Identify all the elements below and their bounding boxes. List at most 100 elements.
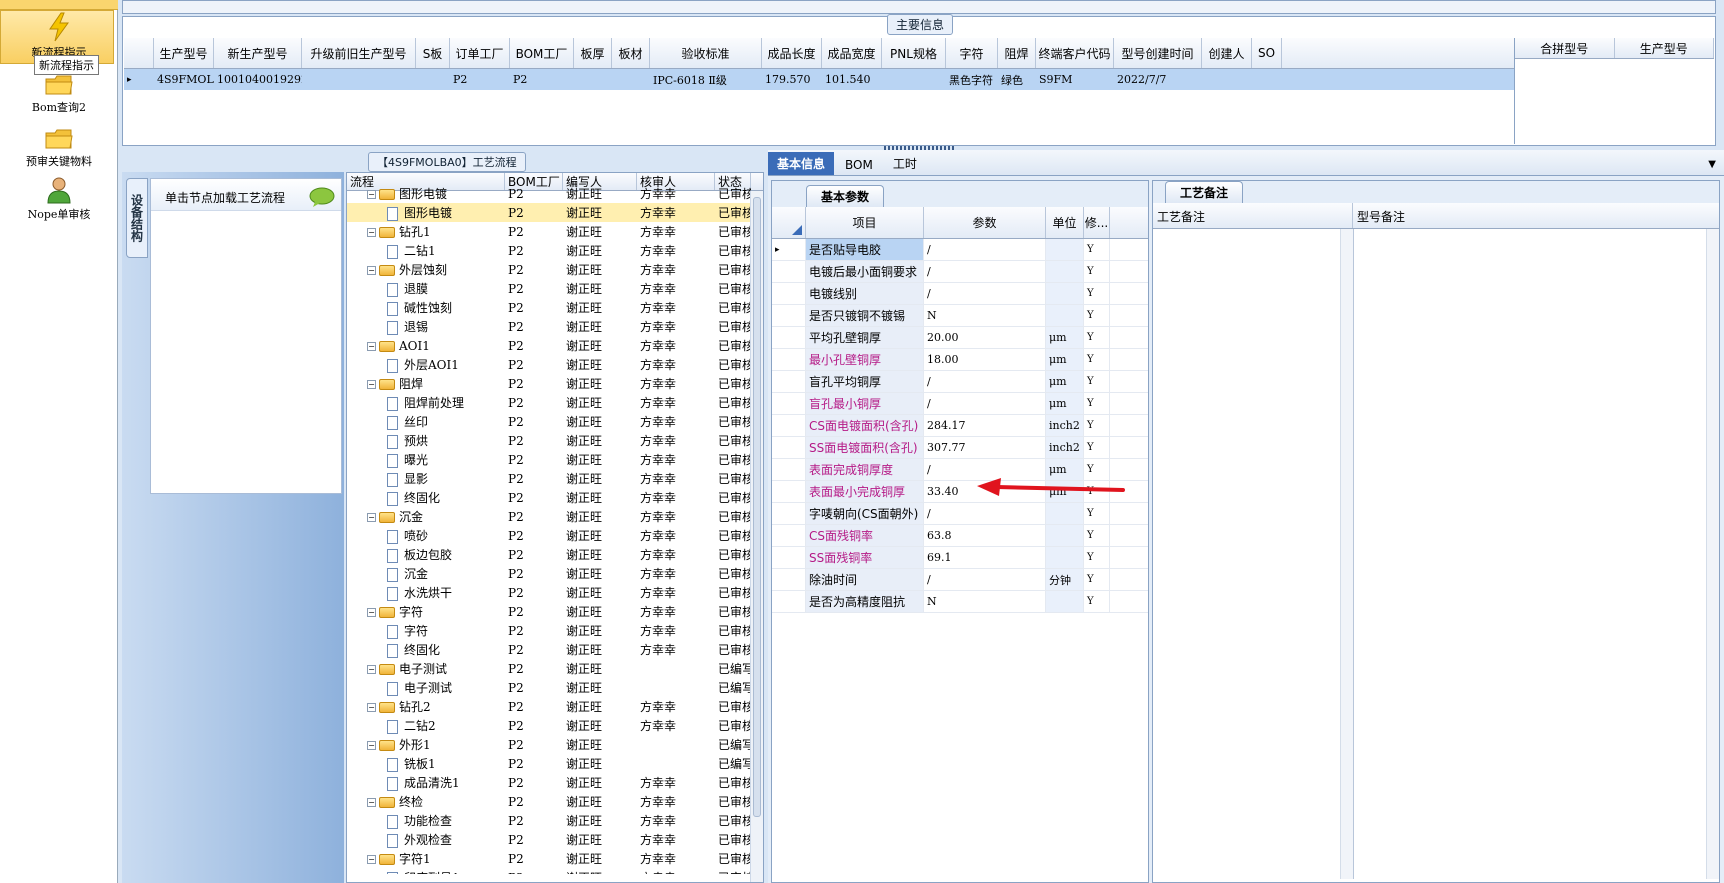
main-info-col-header[interactable]: 成品长度 — [762, 38, 822, 68]
param-row[interactable]: CS面电镀面积(含孔) 284.17 inch2 Y — [772, 415, 1148, 437]
main-info-col-header[interactable]: 字符 — [946, 38, 998, 68]
main-info-cell[interactable]: 2022/7/7 — [1114, 69, 1202, 90]
tree-row[interactable]: 丝印 P2 谢正旺 方幸幸 已审核 — [347, 412, 763, 431]
main-info-col-header[interactable]: 终端客户代码 — [1036, 38, 1114, 68]
collapse-icon[interactable]: − — [367, 855, 376, 864]
tree-row[interactable]: − 钻孔1 P2 谢正旺 方幸幸 已审核 — [347, 222, 763, 241]
tabbar-dropdown-icon[interactable]: ▼ — [1708, 159, 1724, 175]
tree-row[interactable]: − 阻焊 P2 谢正旺 方幸幸 已审核 — [347, 374, 763, 393]
main-info-cell[interactable]: 黑色字符 — [946, 69, 998, 90]
param-value[interactable]: 284.17 — [924, 415, 1046, 436]
param-value[interactable]: 69.1 — [924, 547, 1046, 568]
main-info-cell[interactable] — [416, 69, 450, 90]
tree-row[interactable]: − 钻孔2 P2 谢正旺 方幸幸 已审核 — [347, 697, 763, 716]
tab-basic-info[interactable]: 基本信息 — [768, 152, 835, 175]
main-info-cell[interactable]: 绿色 — [998, 69, 1036, 90]
notes-scrollbar-2[interactable] — [1706, 229, 1719, 879]
tree-row[interactable]: 终固化 P2 谢正旺 方幸幸 已审核 — [347, 488, 763, 507]
param-value[interactable]: / — [924, 503, 1046, 524]
nav-item-bom-query[interactable]: Bom查询2 — [0, 73, 118, 115]
main-info-row[interactable]: ▸ 4S9FMOLBA010010400192924 P2P2 IPC-6018 Ⅱ级… — [124, 69, 1514, 90]
param-row[interactable]: CS面残铜率 63.8 Y — [772, 525, 1148, 547]
params-col-header[interactable]: 修... — [1084, 207, 1110, 238]
main-info-cell[interactable]: 10010400192924 — [214, 69, 302, 90]
param-row[interactable]: 除油时间 / 分钟 Y — [772, 569, 1148, 591]
tree-row[interactable]: 喷砂 P2 谢正旺 方幸幸 已审核 — [347, 526, 763, 545]
param-value[interactable]: / — [924, 283, 1046, 304]
collapse-icon[interactable]: − — [367, 741, 376, 750]
collapse-icon[interactable]: − — [367, 703, 376, 712]
param-row[interactable]: 平均孔壁铜厚 20.00 μm Y — [772, 327, 1148, 349]
tree-row[interactable]: 电子测试 P2 谢正旺 已编写 — [347, 678, 763, 697]
main-info-cell[interactable] — [882, 69, 946, 90]
notes-scrollbar-1[interactable] — [1340, 229, 1353, 879]
main-info-col-header[interactable]: 新生产型号 — [214, 38, 302, 68]
main-info-cell[interactable] — [1202, 69, 1252, 90]
param-value[interactable]: / — [924, 393, 1046, 414]
merge-col-header[interactable]: 合拼型号 — [1515, 38, 1615, 58]
nav-item-key-material[interactable]: 预审关键物料 — [0, 127, 118, 169]
tree-row[interactable]: 外观检查 P2 谢正旺 方幸幸 已审核 — [347, 830, 763, 849]
tree-row[interactable]: − 字符 P2 谢正旺 方幸幸 已审核 — [347, 602, 763, 621]
main-info-col-header[interactable]: PNL规格 — [882, 38, 946, 68]
main-info-cell[interactable]: 179.570 — [762, 69, 822, 90]
tree-row[interactable]: 二钻1 P2 谢正旺 方幸幸 已审核 — [347, 241, 763, 260]
main-info-cell[interactable]: P2 — [450, 69, 510, 90]
tab-process-notes[interactable]: 工艺备注 — [1165, 181, 1244, 203]
param-row[interactable]: 盲孔最小铜厚 / μm Y — [772, 393, 1148, 415]
tree-scrollbar[interactable] — [750, 191, 763, 882]
tree-row[interactable]: 外层AOI1 P2 谢正旺 方幸幸 已审核 — [347, 355, 763, 374]
param-row[interactable]: 电镀后最小面铜要求 / Y — [772, 261, 1148, 283]
param-value[interactable]: N — [924, 591, 1046, 612]
main-info-col-header[interactable]: S板 — [416, 38, 450, 68]
main-info-cell[interactable]: S9FM — [1036, 69, 1114, 90]
param-row[interactable]: 盲孔平均铜厚 / μm Y — [772, 371, 1148, 393]
tree-row[interactable]: 阻焊前处理 P2 谢正旺 方幸幸 已审核 — [347, 393, 763, 412]
notes-col-process[interactable]: 工艺备注 — [1153, 203, 1353, 228]
collapse-icon[interactable]: − — [367, 380, 376, 389]
param-row[interactable]: 最小孔壁铜厚 18.00 μm Y — [772, 349, 1148, 371]
nav-item-new-process[interactable]: 新流程指示 — [0, 12, 118, 60]
param-value[interactable]: / — [924, 569, 1046, 590]
main-info-col-header[interactable]: 创建人 — [1202, 38, 1252, 68]
collapse-icon[interactable]: − — [367, 798, 376, 807]
param-row[interactable]: SS面残铜率 69.1 Y — [772, 547, 1148, 569]
collapse-icon[interactable]: − — [367, 228, 376, 237]
param-row[interactable]: ▸ 是否贴导电胶 / Y — [772, 239, 1148, 261]
tree-row[interactable]: 预烘 P2 谢正旺 方幸幸 已审核 — [347, 431, 763, 450]
collapse-icon[interactable]: − — [367, 513, 376, 522]
param-value[interactable]: / — [924, 239, 1046, 260]
tree-row[interactable]: 显影 P2 谢正旺 方幸幸 已审核 — [347, 469, 763, 488]
tab-basic-params[interactable]: 基本参数 — [806, 185, 885, 207]
tree-row[interactable]: − 沉金 P2 谢正旺 方幸幸 已审核 — [347, 507, 763, 526]
main-info-col-header[interactable]: 升级前旧生产型号 — [302, 38, 416, 68]
main-info-col-header[interactable]: BOM工厂 — [510, 38, 574, 68]
tree-row[interactable]: 功能检查 P2 谢正旺 方幸幸 已审核 — [347, 811, 763, 830]
nav-item-nope-review[interactable]: Nope单审核 — [0, 176, 118, 222]
tree-row[interactable]: 曝光 P2 谢正旺 方幸幸 已审核 — [347, 450, 763, 469]
tab-work-hours[interactable]: 工时 — [884, 152, 926, 175]
param-value[interactable]: / — [924, 459, 1046, 480]
tree-row[interactable]: 板边包胶 P2 谢正旺 方幸幸 已审核 — [347, 545, 763, 564]
tree-row[interactable]: 沉金 P2 谢正旺 方幸幸 已审核 — [347, 564, 763, 583]
tree-row[interactable]: 印序列号1 P2谢正旺方幸幸已审核 — [347, 868, 763, 874]
main-info-cell[interactable] — [612, 69, 650, 90]
tree-row[interactable]: 字符 P2 谢正旺 方幸幸 已审核 — [347, 621, 763, 640]
tree-row[interactable]: − 字符1 P2 谢正旺 方幸幸 已审核 — [347, 849, 763, 868]
tree-row[interactable]: 退锡 P2 谢正旺 方幸幸 已审核 — [347, 317, 763, 336]
main-info-col-header[interactable]: 型号创建时间 — [1114, 38, 1202, 68]
param-row[interactable]: SS面电镀面积(含孔) 307.77 inch2 Y — [772, 437, 1148, 459]
param-row[interactable]: 是否为高精度阻抗 N Y — [772, 591, 1148, 613]
tree-row[interactable]: 水洗烘干 P2 谢正旺 方幸幸 已审核 — [347, 583, 763, 602]
vertical-tab-structure[interactable]: 设备结构 — [126, 178, 148, 258]
main-info-col-header[interactable]: 板材 — [612, 38, 650, 68]
main-info-col-header[interactable]: 成品宽度 — [822, 38, 882, 68]
tree-row[interactable]: 终固化 P2 谢正旺 方幸幸 已审核 — [347, 640, 763, 659]
tree-row[interactable]: 碱性蚀刻 P2 谢正旺 方幸幸 已审核 — [347, 298, 763, 317]
main-info-col-header[interactable]: SO — [1252, 38, 1282, 68]
param-value[interactable]: N — [924, 305, 1046, 326]
main-info-col-header[interactable]: 订单工厂 — [450, 38, 510, 68]
tab-bom[interactable]: BOM — [836, 155, 882, 175]
main-info-col-header[interactable]: 生产型号 — [154, 38, 214, 68]
param-row[interactable]: 电镀线别 / Y — [772, 283, 1148, 305]
